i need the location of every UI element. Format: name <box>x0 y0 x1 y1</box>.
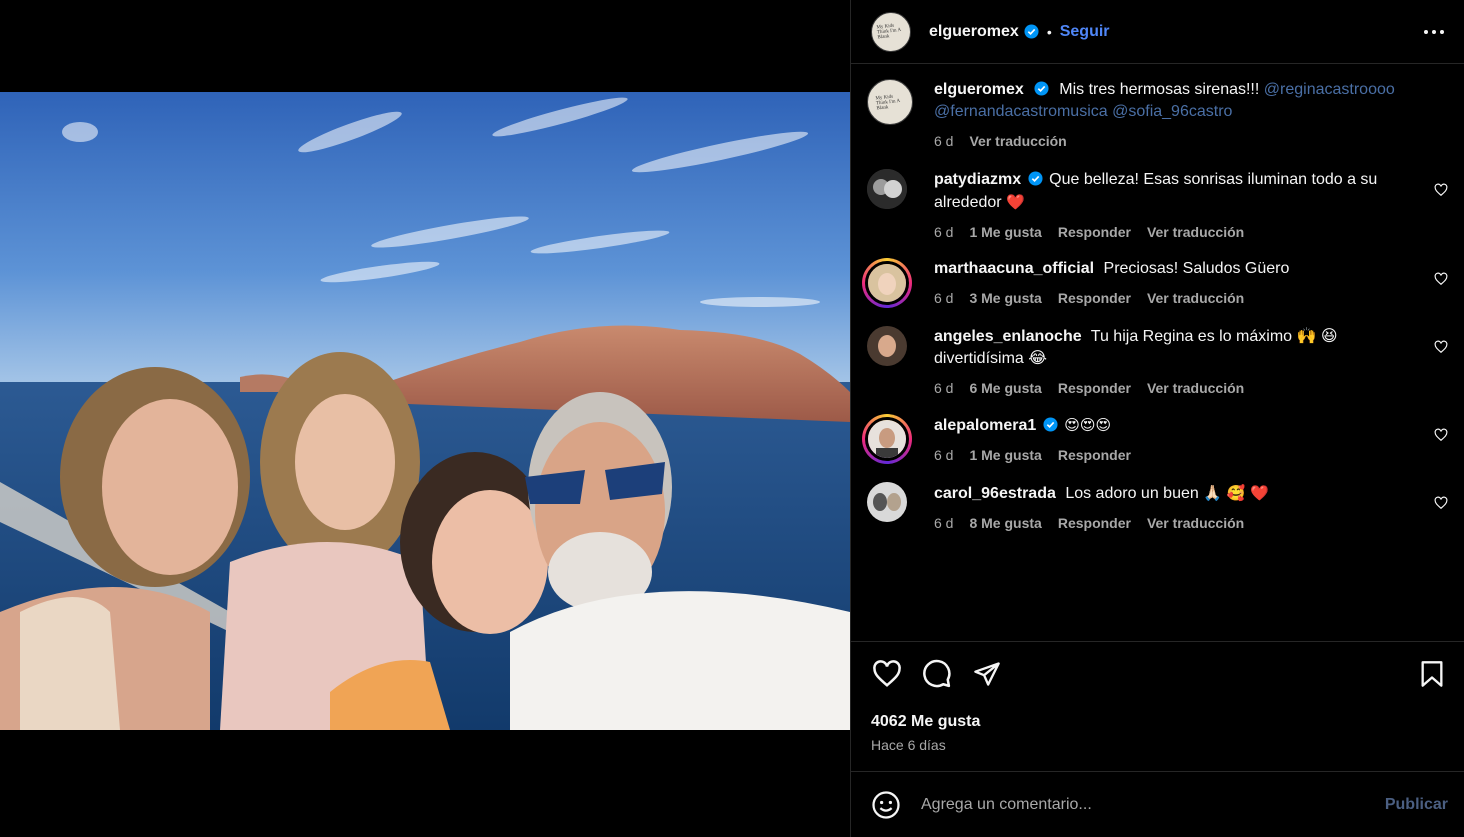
heart-icon[interactable] <box>871 658 903 690</box>
comment-item: carol_96estrada Los adoro un buen 🙏🏻 🥰 ❤… <box>867 482 1448 531</box>
caption: My Kids Think I'm A Blank elgueromex Mis… <box>867 79 1448 149</box>
bookmark-icon[interactable] <box>1416 658 1448 690</box>
comment-time: 6 d <box>934 290 954 306</box>
comment-like-heart-icon[interactable] <box>1434 428 1448 442</box>
caption-body: Mis tres hermosas sirenas!!! <box>1059 81 1260 98</box>
caption-text: elgueromex Mis tres hermosas sirenas!!! … <box>934 79 1408 123</box>
comment-username[interactable]: marthaacuna_official <box>934 260 1094 277</box>
commenter-avatar-story-ring[interactable] <box>862 414 912 464</box>
mention-link[interactable]: @sofia_96castro <box>1112 103 1232 120</box>
share-icon[interactable] <box>971 658 1003 690</box>
verified-badge-icon <box>1028 171 1043 186</box>
comment-likes[interactable]: 1 Me gusta <box>969 224 1041 240</box>
verified-badge-icon <box>1043 417 1058 432</box>
comment-like-heart-icon[interactable] <box>1434 496 1448 510</box>
author-username[interactable]: elgueromex <box>929 23 1019 41</box>
caption-author-avatar[interactable]: My Kids Think I'm A Blank <box>867 79 913 125</box>
caption-avatar-logo-text: My Kids Think I'm A Blank <box>875 94 901 111</box>
comment-item: angeles_enlanoche Tu hija Regina es lo m… <box>867 326 1448 396</box>
comment-text: Preciosas! Saludos Güero <box>1103 260 1290 277</box>
translate-link[interactable]: Ver traducción <box>1147 515 1244 531</box>
verified-badge-icon <box>1034 81 1049 96</box>
post-details-panel: My Kids Think I'm A Blank elgueromex • S… <box>850 0 1464 837</box>
comment-icon[interactable] <box>921 658 953 690</box>
comment-emoji: 🙏🏻 🥰 ❤️ <box>1203 484 1269 502</box>
comment-username[interactable]: carol_96estrada <box>934 485 1056 502</box>
comment-like-heart-icon[interactable] <box>1434 340 1448 354</box>
translate-link[interactable]: Ver traducción <box>1147 290 1244 306</box>
caption-time: 6 d <box>934 133 954 149</box>
reply-button[interactable]: Responder <box>1058 290 1131 306</box>
reply-button[interactable]: Responder <box>1058 380 1131 396</box>
comment-username[interactable]: alepalomera1 <box>934 417 1036 434</box>
comment-time: 6 d <box>934 515 954 531</box>
post-date: Hace 6 días <box>871 737 946 753</box>
likes-count[interactable]: 4062 Me gusta <box>871 713 1448 731</box>
post-actions: 4062 Me gusta Hace 6 días <box>851 641 1464 753</box>
comment-time: 6 d <box>934 380 954 396</box>
post-header: My Kids Think I'm A Blank elgueromex • S… <box>851 0 1464 64</box>
comment-like-heart-icon[interactable] <box>1434 272 1448 286</box>
commenter-avatar[interactable] <box>867 326 907 366</box>
commenter-avatar[interactable] <box>867 169 907 209</box>
post-media-panel <box>0 0 850 837</box>
header-separator: • <box>1046 23 1052 40</box>
avatar-image <box>867 169 907 209</box>
comment-text: 😍😍😍 <box>1064 416 1112 434</box>
comment-item: alepalomera1 😍😍😍 6 d 1 Me gusta Responder <box>862 414 1448 464</box>
mention-link[interactable]: @fernandacastromusica <box>934 103 1108 120</box>
follow-button[interactable]: Seguir <box>1060 23 1110 41</box>
more-options-icon[interactable] <box>1422 20 1446 44</box>
avatar-image <box>868 420 906 458</box>
post-photo[interactable] <box>0 92 850 730</box>
comment-likes[interactable]: 1 Me gusta <box>969 447 1041 463</box>
comment-emoji: ❤️ <box>1006 193 1025 211</box>
add-comment-bar: Publicar <box>851 771 1464 837</box>
avatar-image <box>867 326 907 366</box>
commenter-avatar-story-ring[interactable] <box>862 258 912 308</box>
reply-button[interactable]: Responder <box>1058 224 1131 240</box>
comments-list[interactable]: My Kids Think I'm A Blank elgueromex Mis… <box>851 65 1464 641</box>
author-avatar[interactable]: My Kids Think I'm A Blank <box>871 11 911 52</box>
caption-translate-link[interactable]: Ver traducción <box>969 133 1066 149</box>
comment-time: 6 d <box>934 447 954 463</box>
translate-link[interactable]: Ver traducción <box>1147 380 1244 396</box>
comment-text: Los adoro un buen <box>1065 485 1199 502</box>
selfie-photo-illustration <box>0 92 850 730</box>
caption-username[interactable]: elgueromex <box>934 81 1024 98</box>
comment-like-heart-icon[interactable] <box>1434 183 1448 197</box>
translate-link[interactable]: Ver traducción <box>1147 224 1244 240</box>
comment-username[interactable]: angeles_enlanoche <box>934 328 1082 345</box>
avatar-image <box>868 264 906 302</box>
comment-likes[interactable]: 8 Me gusta <box>969 515 1041 531</box>
comment-item: patydiazmx Que belleza! Esas sonrisas ilu… <box>867 169 1448 240</box>
reply-button[interactable]: Responder <box>1058 515 1131 531</box>
reply-button[interactable]: Responder <box>1058 447 1131 463</box>
verified-badge-icon <box>1024 24 1039 39</box>
mention-link[interactable]: @reginacastroooo <box>1264 81 1395 98</box>
commenter-avatar[interactable] <box>867 482 907 522</box>
avatar-image <box>867 482 907 522</box>
emoji-icon[interactable] <box>871 790 901 820</box>
comment-username[interactable]: patydiazmx <box>934 171 1021 188</box>
comment-item: marthaacuna_official Preciosas! Saludos … <box>862 258 1448 308</box>
comment-likes[interactable]: 6 Me gusta <box>969 380 1041 396</box>
publish-button[interactable]: Publicar <box>1385 796 1448 814</box>
comment-time: 6 d <box>934 224 954 240</box>
avatar-logo-text: My Kids Think I'm A Blank <box>876 23 902 41</box>
comment-likes[interactable]: 3 Me gusta <box>969 290 1041 306</box>
comment-input[interactable] <box>921 795 1385 814</box>
